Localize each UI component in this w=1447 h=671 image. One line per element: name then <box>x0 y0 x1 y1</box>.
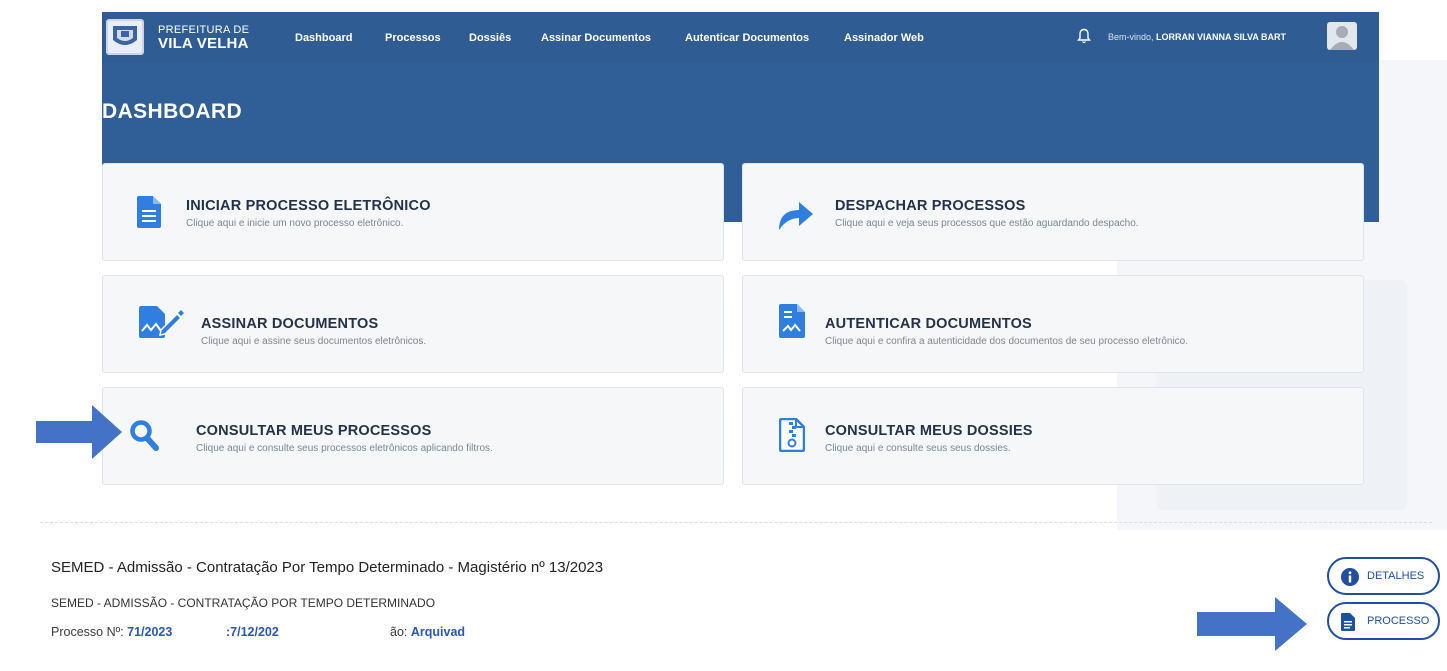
process-number: Processo Nº: 71/2023 <box>51 625 172 639</box>
card-title: CONSULTAR MEUS PROCESSOS <box>196 423 432 439</box>
zip-file-icon <box>778 417 806 457</box>
pointer-arrow-icon <box>1197 597 1309 656</box>
card-subtitle: Clique aqui e confira a autenticidade do… <box>825 336 1189 347</box>
process-date: :7/12/202 <box>226 625 279 639</box>
process-status-value: Arquivad <box>410 625 466 639</box>
page-title: DASHBOARD <box>102 100 243 123</box>
card-autenticar-documentos[interactable]: AUTENTICAR DOCUMENTOS Clique aqui e conf… <box>742 275 1364 373</box>
process-number-label: Processo Nº: <box>51 625 124 639</box>
card-subtitle: Clique aqui e consulte seus seus dossies… <box>825 443 1011 454</box>
process-title: SEMED - Admissão - Contratação Por Tempo… <box>51 559 604 576</box>
document-icon <box>137 196 161 233</box>
card-title: CONSULTAR MEUS DOSSIES <box>825 423 1033 439</box>
welcome-text: Bem-vindo, <box>1108 32 1154 42</box>
card-assinar-documentos[interactable]: ASSINAR DOCUMENTOS Clique aqui e assine … <box>102 275 724 373</box>
city-crest-logo[interactable] <box>106 19 144 55</box>
pointer-arrow-icon <box>36 405 122 464</box>
card-consultar-dossies[interactable]: CONSULTAR MEUS DOSSIES Clique aqui e con… <box>742 387 1364 485</box>
card-subtitle: Clique aqui e inicie um novo processo el… <box>186 218 404 229</box>
user-name[interactable]: LORRAN VIANNA SILVA BART <box>1156 32 1286 42</box>
card-despachar-processos[interactable]: DESPACHAR PROCESSOS Clique aqui e veja s… <box>742 163 1364 261</box>
notification-bell-icon[interactable] <box>1077 28 1091 49</box>
process-button[interactable]: PROCESSO <box>1327 602 1440 640</box>
nav-assinar-documentos[interactable]: Assinar Documentos <box>541 32 651 44</box>
nav-assinador-web[interactable]: Assinador Web <box>844 32 924 44</box>
file-icon <box>1341 613 1355 636</box>
card-iniciar-processo[interactable]: INICIAR PROCESSO ELETRÔNICO Clique aqui … <box>102 163 724 261</box>
certified-document-icon <box>779 304 805 343</box>
nav-dossies[interactable]: Dossiês <box>469 32 511 44</box>
process-status: ão: Arquivad <box>390 625 465 639</box>
process-date-value: :7/12/202 <box>226 625 279 639</box>
section-divider <box>40 522 1432 523</box>
details-button-label: DETALHES <box>1367 570 1425 582</box>
nav-dashboard[interactable]: Dashboard <box>295 32 352 44</box>
card-title: DESPACHAR PROCESSOS <box>835 198 1026 214</box>
top-navigation-bar: PREFEITURA DE VILA VELHA Dashboard Proce… <box>102 12 1379 62</box>
details-button[interactable]: DETALHES <box>1327 557 1440 595</box>
signature-icon <box>137 304 185 345</box>
card-title: INICIAR PROCESSO ELETRÔNICO <box>186 198 431 214</box>
share-arrow-icon <box>777 200 815 235</box>
card-subtitle: Clique aqui e veja seus processos que es… <box>835 218 1139 229</box>
brand-line-2: VILA VELHA <box>158 35 249 52</box>
process-number-value: 71/2023 <box>127 625 173 639</box>
card-consultar-processos[interactable]: CONSULTAR MEUS PROCESSOS Clique aqui e c… <box>102 387 724 485</box>
process-status-label: ão: <box>390 625 408 639</box>
nav-processos[interactable]: Processos <box>385 32 441 44</box>
info-icon <box>1341 568 1359 591</box>
dashboard-panel: PREFEITURA DE VILA VELHA Dashboard Proce… <box>102 12 1379 517</box>
search-icon <box>129 419 159 456</box>
card-title: ASSINAR DOCUMENTOS <box>201 316 379 332</box>
nav-autenticar-documentos[interactable]: Autenticar Documentos <box>685 32 809 44</box>
user-avatar-icon[interactable] <box>1327 22 1357 50</box>
card-subtitle: Clique aqui e consulte seus processos el… <box>196 443 493 454</box>
process-button-label: PROCESSO <box>1367 615 1430 627</box>
card-title: AUTENTICAR DOCUMENTOS <box>825 316 1032 332</box>
process-subtitle: SEMED - ADMISSÃO - CONTRATAÇÃO POR TEMPO… <box>51 596 436 610</box>
card-subtitle: Clique aqui e assine seus documentos ele… <box>201 336 427 347</box>
